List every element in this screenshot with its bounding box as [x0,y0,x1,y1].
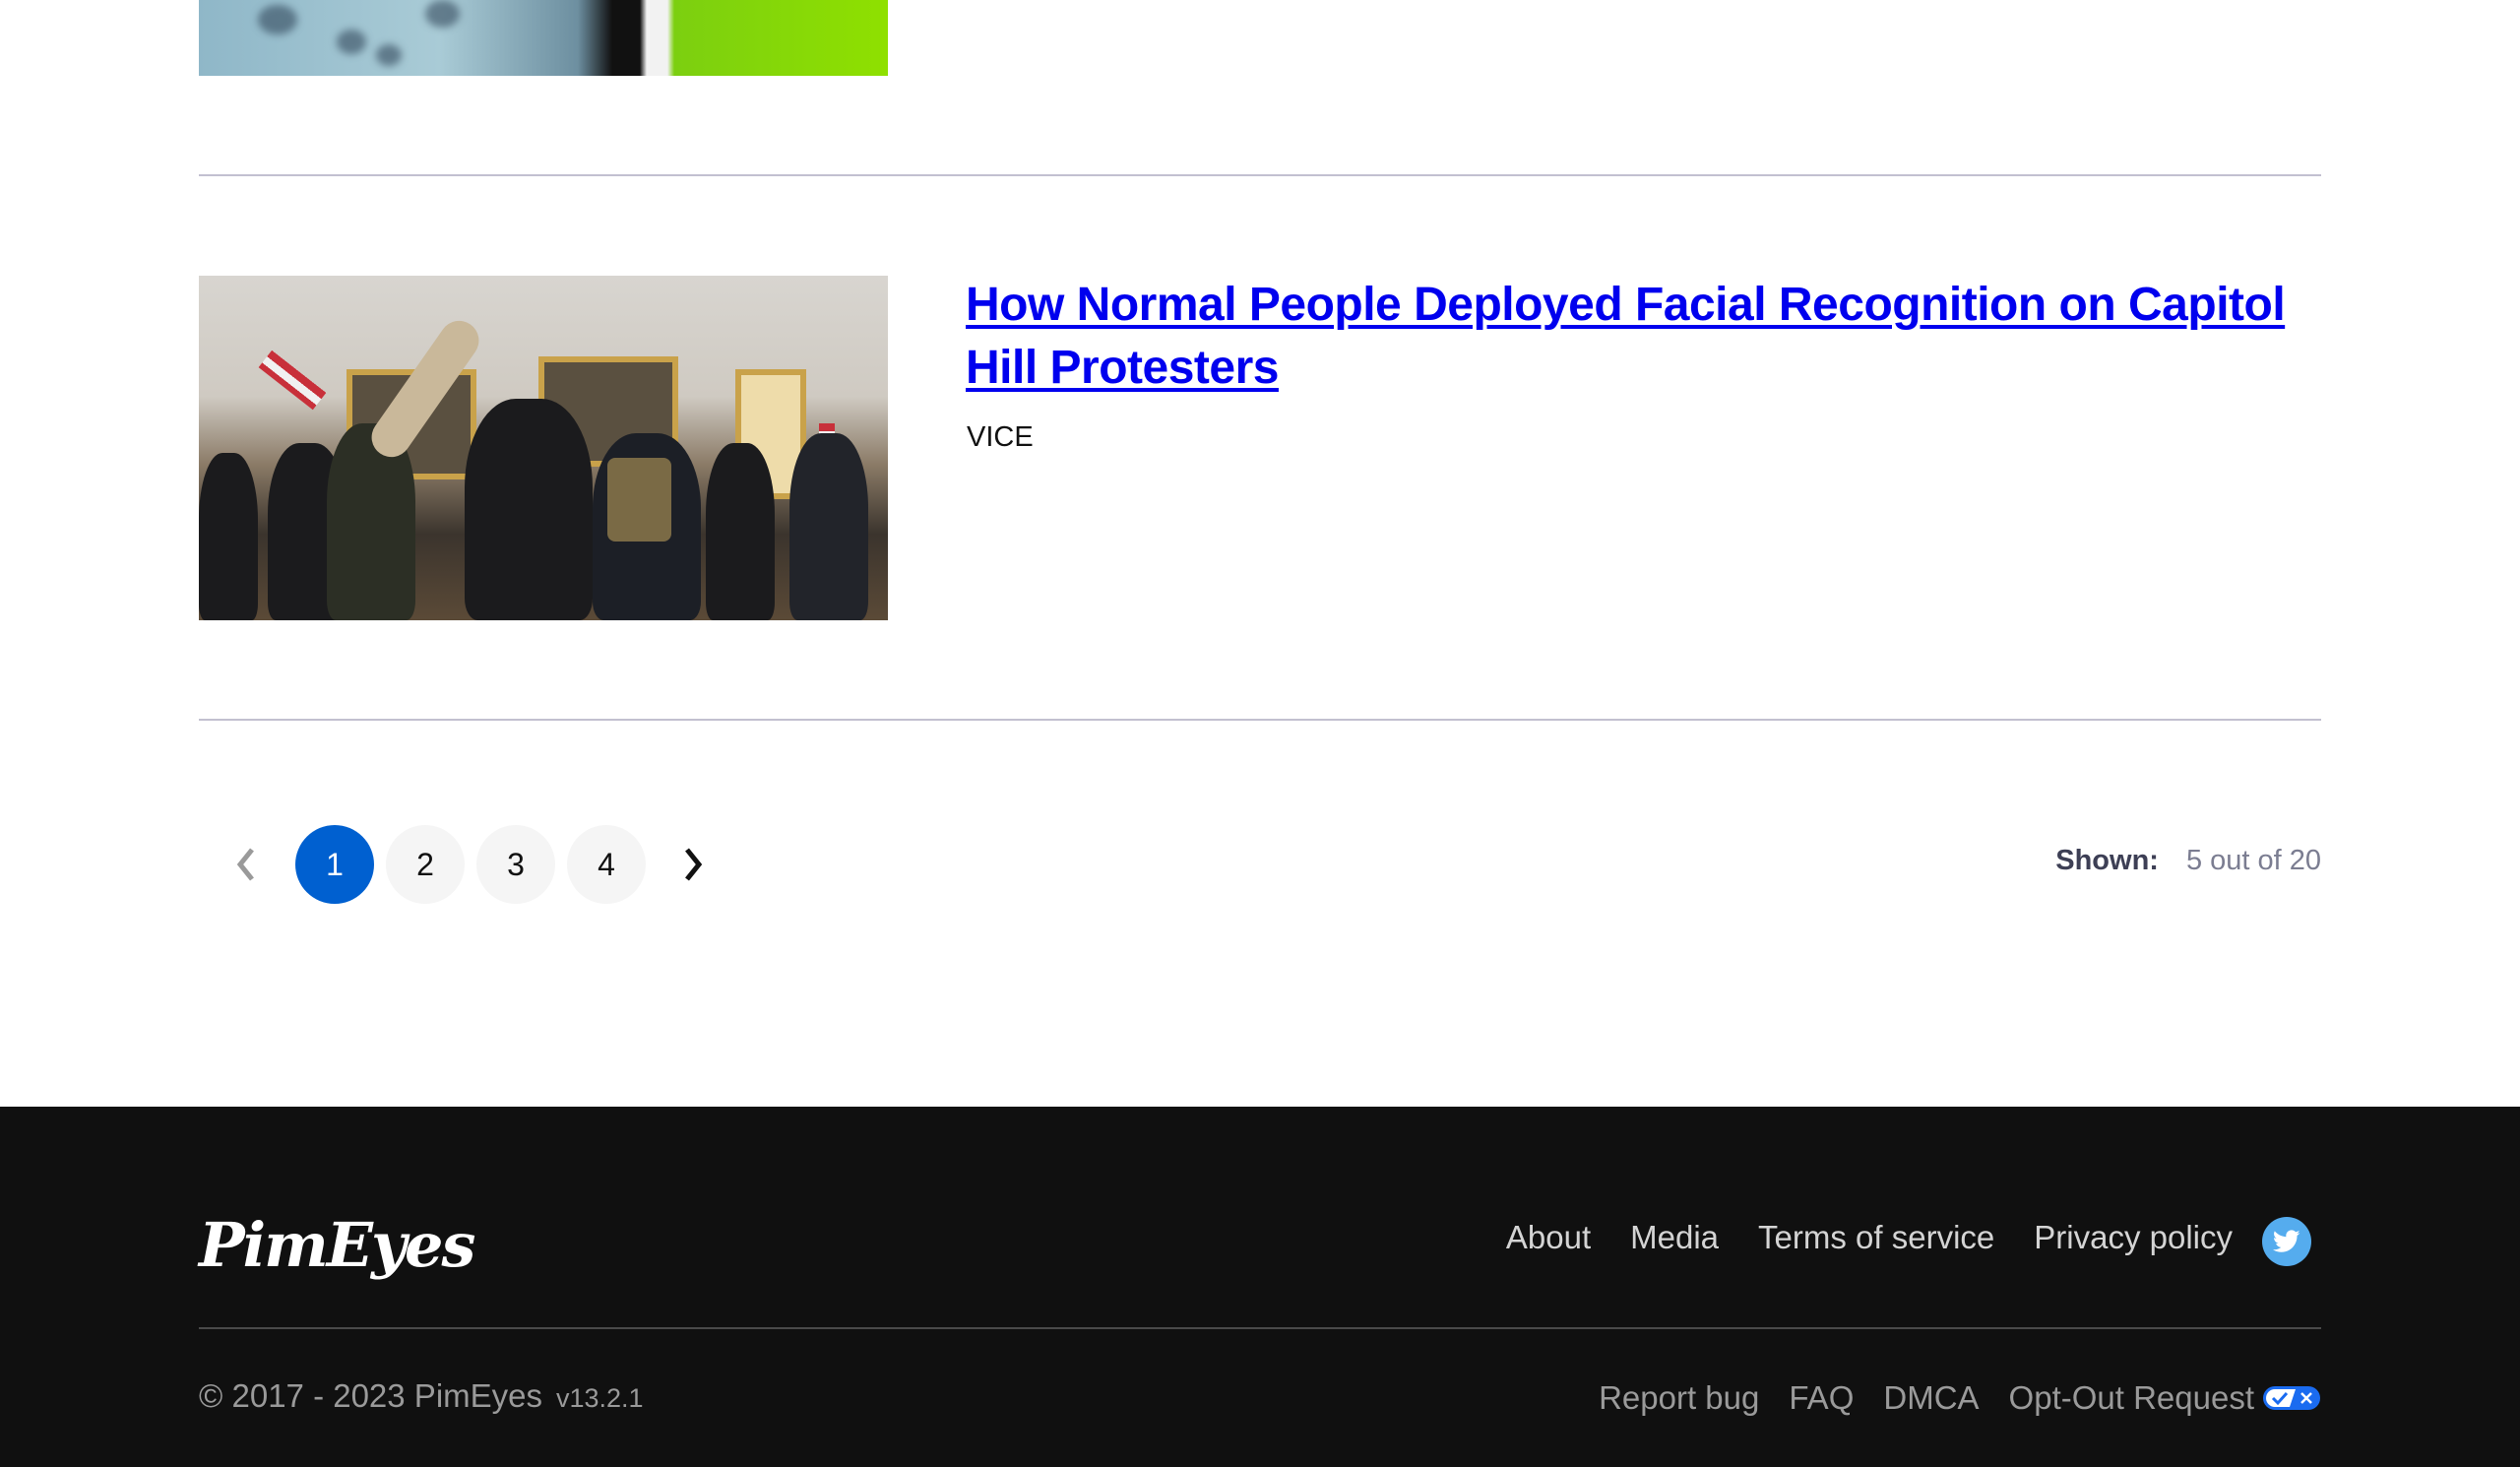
thumbnail-detail [337,30,366,54]
footer-link-faq[interactable]: FAQ [1789,1379,1854,1417]
twitter-button[interactable] [2262,1217,2311,1266]
thumbnail-figure [607,458,671,542]
thumbnail-figure [199,453,258,620]
pimeyes-logo[interactable]: PimEyes [199,1209,475,1281]
thumbnail-figure [465,399,593,620]
footer-link-terms[interactable]: Terms of service [1758,1219,1994,1256]
chevron-left-icon [236,848,254,881]
article-thumbnail[interactable] [199,276,888,620]
page-button-3[interactable]: 3 [476,825,555,904]
footer-link-about[interactable]: About [1506,1219,1591,1256]
next-page-button[interactable] [675,825,711,904]
pagination: 1 2 3 4 [228,825,711,904]
article-title-link[interactable]: How Normal People Deployed Facial Recogn… [966,274,2304,400]
page-button-2[interactable]: 2 [386,825,465,904]
footer-link-privacy[interactable]: Privacy policy [2034,1219,2233,1256]
footer-link-report-bug[interactable]: Report bug [1599,1379,1759,1417]
footer-divider [199,1327,2321,1329]
previous-page-button[interactable] [228,825,264,904]
footer-secondary-links: Report bug FAQ DMCA Opt-Out Request [1599,1379,2254,1417]
footer-link-opt-out[interactable]: Opt-Out Request [2009,1379,2254,1417]
previous-article-thumbnail[interactable] [199,0,888,76]
article-source: VICE [967,421,1034,453]
footer-link-dmca[interactable]: DMCA [1883,1379,1979,1417]
divider [199,719,2321,721]
chevron-right-icon [685,848,703,881]
check-x-icon [2271,1391,2312,1406]
copyright-text: © 2017 - 2023 PimEyes [199,1377,542,1414]
divider [199,174,2321,176]
results-count-label: Shown: [2055,845,2159,876]
results-count: Shown: 5 out of 20 [2055,845,2321,877]
thumbnail-figure [706,443,775,620]
thumbnail-detail [376,44,402,66]
thumbnail-detail [425,0,460,28]
privacy-choices-icon[interactable] [2263,1386,2320,1410]
results-count-value: 5 out of 20 [2185,845,2321,876]
footer-link-media[interactable]: Media [1630,1219,1719,1256]
footer-nav: About Media Terms of service Privacy pol… [1506,1219,2233,1256]
footer: PimEyes About Media Terms of service Pri… [0,1107,2520,1467]
page-button-4[interactable]: 4 [567,825,646,904]
page-button-1[interactable]: 1 [295,825,374,904]
twitter-icon [2273,1230,2300,1252]
copyright: © 2017 - 2023 PimEyes v13.2.1 [199,1377,644,1415]
thumbnail-detail [258,5,297,34]
thumbnail-figure [789,433,868,620]
version-label: v13.2.1 [556,1383,644,1413]
